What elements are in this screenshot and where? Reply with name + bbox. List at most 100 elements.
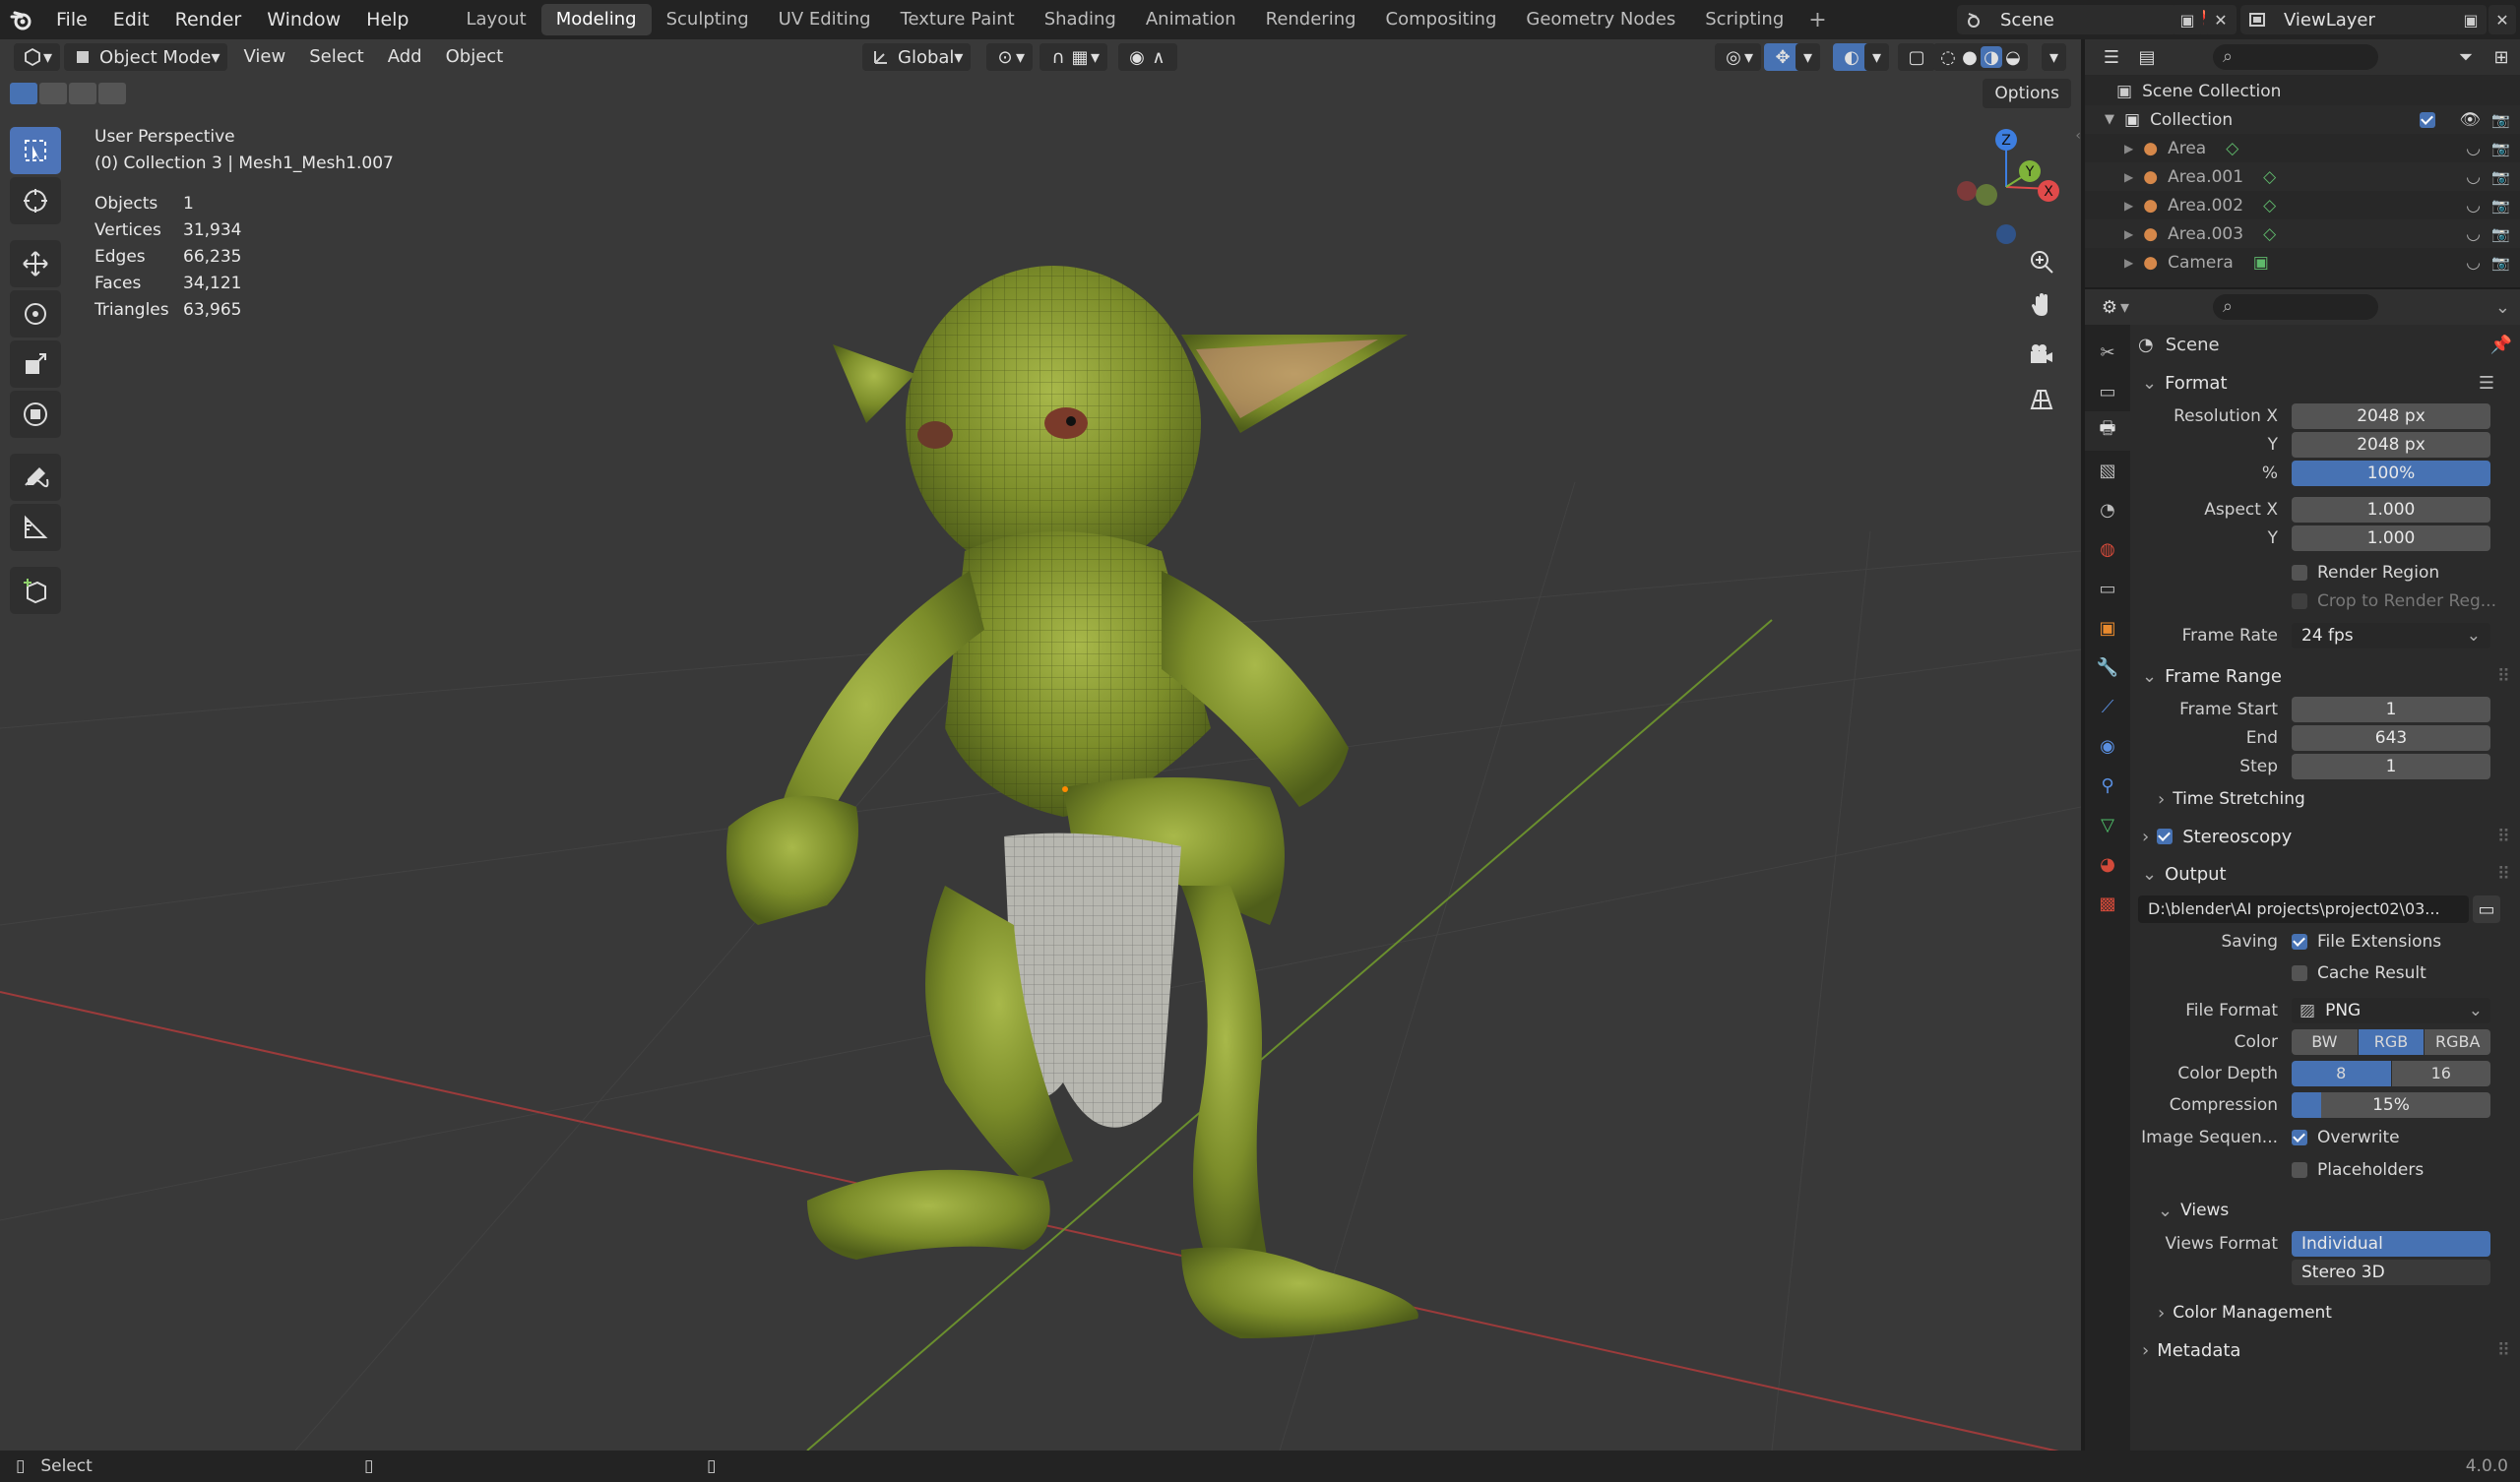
menu-render[interactable]: Render	[162, 0, 255, 39]
resolution-x-field[interactable]: 2048 px	[2292, 402, 2490, 429]
depth-16-option[interactable]: 16	[2391, 1061, 2490, 1086]
select-subtract-icon[interactable]	[69, 83, 96, 104]
perspective-toggle-icon[interactable]	[2022, 380, 2061, 419]
overlays-dropdown[interactable]: ▾	[1864, 43, 1890, 71]
add-cube-tool[interactable]	[10, 567, 61, 614]
proportional-editing-toggle[interactable]: ◉ ∧	[1118, 43, 1177, 71]
menu-help[interactable]: Help	[353, 0, 421, 39]
menu-view[interactable]: View	[231, 39, 297, 75]
new-scene-icon[interactable]: ▣	[2172, 5, 2203, 34]
hidden-eye-icon[interactable]: ◡	[2466, 224, 2481, 244]
scene-tab-icon[interactable]: ◔	[2085, 490, 2130, 529]
scale-tool[interactable]	[10, 340, 61, 388]
tool-tab-icon[interactable]: ✂	[2085, 333, 2130, 372]
visibility-button[interactable]: ◎ ▾	[1715, 43, 1762, 71]
tab-scripting[interactable]: Scripting	[1690, 4, 1798, 35]
rendered-shading-icon[interactable]: ◒	[2002, 46, 2024, 68]
rotate-tool[interactable]	[10, 290, 61, 338]
outliner-search-input[interactable]: ⌕	[2213, 44, 2378, 70]
camera-render-icon[interactable]: 📷	[2491, 168, 2510, 186]
object-tab-icon[interactable]: ▣	[2085, 608, 2130, 648]
neg-z-axis-handle[interactable]	[1996, 224, 2016, 244]
3d-viewport[interactable]: ▾ Object Mode ▾ View Select Add Object G…	[0, 39, 2081, 1451]
solid-shading-icon[interactable]: ●	[1959, 46, 1981, 68]
menu-file[interactable]: File	[43, 0, 100, 39]
neg-x-axis-handle[interactable]	[1957, 181, 1977, 201]
editor-type-button[interactable]: ▾	[14, 43, 61, 71]
texture-tab-icon[interactable]: ▩	[2085, 884, 2130, 923]
color-management-subpanel-header[interactable]: › Color Management	[2138, 1294, 2516, 1331]
outliner-item-area-001[interactable]: ▶ ● Area.001 ◇ ◡ 📷	[2085, 162, 2520, 191]
presets-icon[interactable]: ☰	[2479, 373, 2494, 394]
hidden-eye-icon[interactable]: ◡	[2466, 253, 2481, 273]
outliner-scene-collection[interactable]: ▣ Scene Collection	[2085, 77, 2520, 105]
camera-render-icon[interactable]: 📷	[2491, 225, 2510, 243]
properties-search-input[interactable]: ⌕	[2213, 294, 2378, 320]
file-extensions-checkbox[interactable]	[2292, 934, 2307, 950]
pin-icon[interactable]: 📌	[2490, 335, 2512, 355]
pivot-point-button[interactable]: ⊙ ▾	[986, 43, 1034, 71]
menu-edit[interactable]: Edit	[100, 0, 162, 39]
view-layer-tab-icon[interactable]: ▧	[2085, 451, 2130, 490]
menu-add[interactable]: Add	[376, 39, 434, 75]
camera-render-icon[interactable]: 📷	[2491, 140, 2510, 157]
time-stretching-subpanel[interactable]: › Time Stretching	[2138, 780, 2516, 818]
zoom-icon[interactable]	[2022, 242, 2061, 281]
camera-render-icon[interactable]: 📷	[2491, 254, 2510, 272]
expand-arrow-icon[interactable]: ▼	[2105, 112, 2114, 127]
tab-animation[interactable]: Animation	[1131, 4, 1251, 35]
compression-slider[interactable]: 15%	[2292, 1092, 2490, 1118]
add-workspace-button[interactable]: +	[1798, 8, 1836, 32]
crop-checkbox[interactable]	[2292, 592, 2307, 609]
move-tool[interactable]	[10, 240, 61, 287]
snap-toggle[interactable]: ∩ ▦ ▾	[1040, 43, 1108, 71]
new-view-layer-icon[interactable]: ▣	[2455, 5, 2487, 34]
tab-compositing[interactable]: Compositing	[1371, 4, 1512, 35]
annotate-tool[interactable]	[10, 454, 61, 501]
outliner-item-camera[interactable]: ▶ ● Camera ▣ ◡ 📷	[2085, 248, 2520, 277]
display-mode-icon[interactable]: ▤	[2136, 46, 2158, 68]
select-new-icon[interactable]	[10, 83, 37, 104]
camera-view-icon[interactable]	[2022, 335, 2061, 374]
transform-orientation-selector[interactable]: Global ▾	[862, 43, 972, 71]
tab-uv-editing[interactable]: UV Editing	[764, 4, 886, 35]
views-individual-option[interactable]: Individual	[2292, 1230, 2490, 1257]
tab-modeling[interactable]: Modeling	[540, 4, 652, 35]
delete-view-layer-icon[interactable]: ✕	[2488, 5, 2516, 34]
world-tab-icon[interactable]: ◍	[2085, 529, 2130, 569]
resolution-percent-slider[interactable]: 100%	[2292, 460, 2490, 486]
constraints-tab-icon[interactable]: ⚲	[2085, 766, 2130, 805]
color-rgb-option[interactable]: RGB	[2358, 1029, 2425, 1055]
overwrite-checkbox[interactable]	[2292, 1130, 2307, 1145]
menu-select[interactable]: Select	[297, 39, 376, 75]
resolution-y-field[interactable]: 2048 px	[2292, 431, 2490, 458]
gizmo-dropdown[interactable]: ▾	[1796, 43, 1821, 71]
color-bw-option[interactable]: BW	[2292, 1029, 2358, 1055]
new-collection-icon[interactable]: ⊞	[2490, 46, 2512, 68]
stereoscopy-panel-header[interactable]: › Stereoscopy ⠿	[2138, 818, 2516, 855]
navigation-gizmo[interactable]: Z X Y	[1945, 122, 2063, 250]
collection-include-checkbox[interactable]	[2420, 111, 2435, 128]
outliner-collection[interactable]: ▼ ▣ Collection 👁 📷	[2085, 105, 2520, 134]
stereoscopy-checkbox[interactable]	[2157, 829, 2174, 844]
render-tab-icon[interactable]: ▭	[2085, 372, 2130, 411]
blender-logo-icon[interactable]	[0, 0, 43, 39]
hidden-eye-icon[interactable]: ◡	[2466, 196, 2481, 216]
placeholders-checkbox[interactable]	[2292, 1162, 2307, 1178]
collection-tab-icon[interactable]: ▭	[2085, 569, 2130, 608]
options-button[interactable]: Options	[1983, 79, 2071, 108]
properties-editor-icon[interactable]: ⚙	[2099, 296, 2120, 318]
physics-tab-icon[interactable]: ◉	[2085, 726, 2130, 766]
frame-range-panel-header[interactable]: ⌄ Frame Range ⠿	[2138, 657, 2516, 695]
particles-tab-icon[interactable]: ⟋	[2085, 687, 2130, 726]
modifier-tab-icon[interactable]: 🔧	[2085, 648, 2130, 687]
metadata-panel-header[interactable]: › Metadata ⠿	[2138, 1331, 2516, 1369]
camera-render-icon[interactable]: 📷	[2491, 111, 2510, 129]
folder-icon[interactable]: ▭	[2473, 895, 2500, 923]
aspect-x-field[interactable]: 1.000	[2292, 496, 2490, 523]
cache-result-checkbox[interactable]	[2292, 965, 2307, 981]
outliner-item-area-002[interactable]: ▶ ● Area.002 ◇ ◡ 📷	[2085, 191, 2520, 219]
measure-tool[interactable]	[10, 504, 61, 551]
view-layer-selector[interactable]: ViewLayer	[2240, 5, 2465, 34]
frame-rate-dropdown[interactable]: 24 fps ⌄	[2292, 622, 2490, 648]
